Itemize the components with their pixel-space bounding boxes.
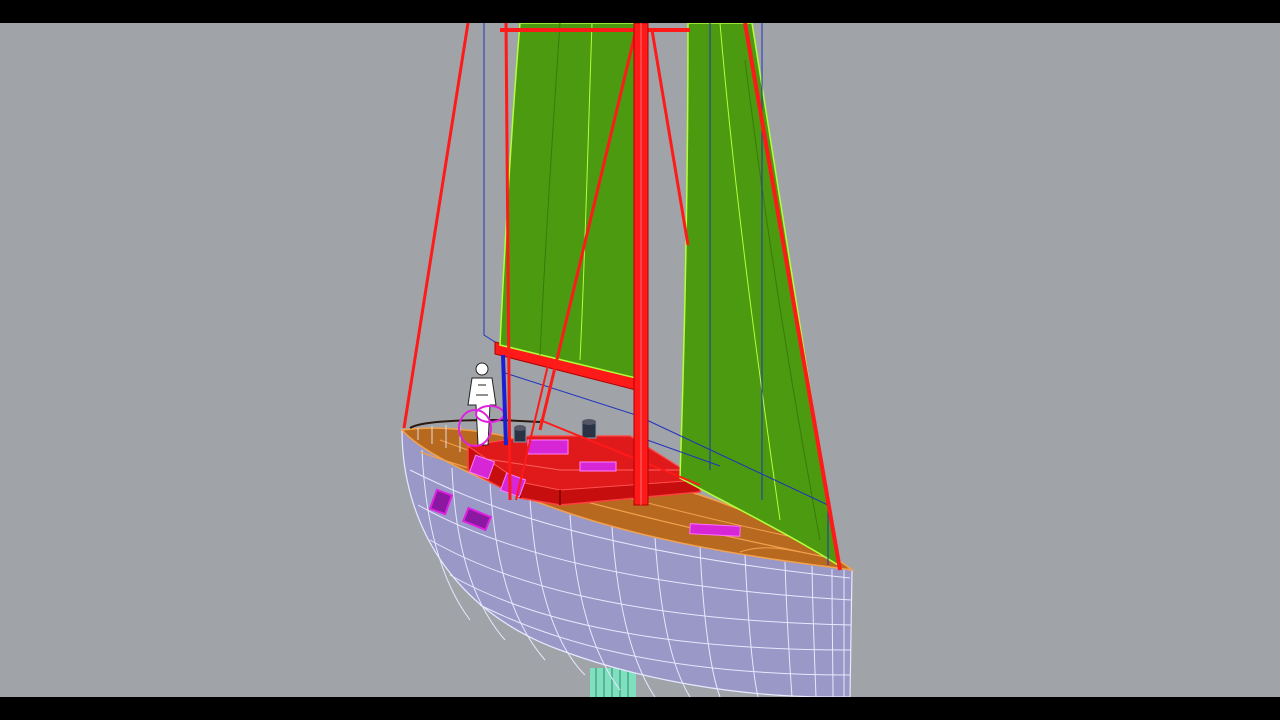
sailboat-model[interactable] bbox=[0, 23, 1280, 697]
mainsail bbox=[499, 23, 639, 379]
backstay-tube bbox=[501, 354, 508, 446]
mast bbox=[633, 23, 649, 506]
letterbox-bottom bbox=[0, 697, 1280, 720]
keel bbox=[590, 668, 636, 697]
3d-viewport[interactable] bbox=[0, 23, 1280, 697]
letterbox-top bbox=[0, 0, 1280, 23]
